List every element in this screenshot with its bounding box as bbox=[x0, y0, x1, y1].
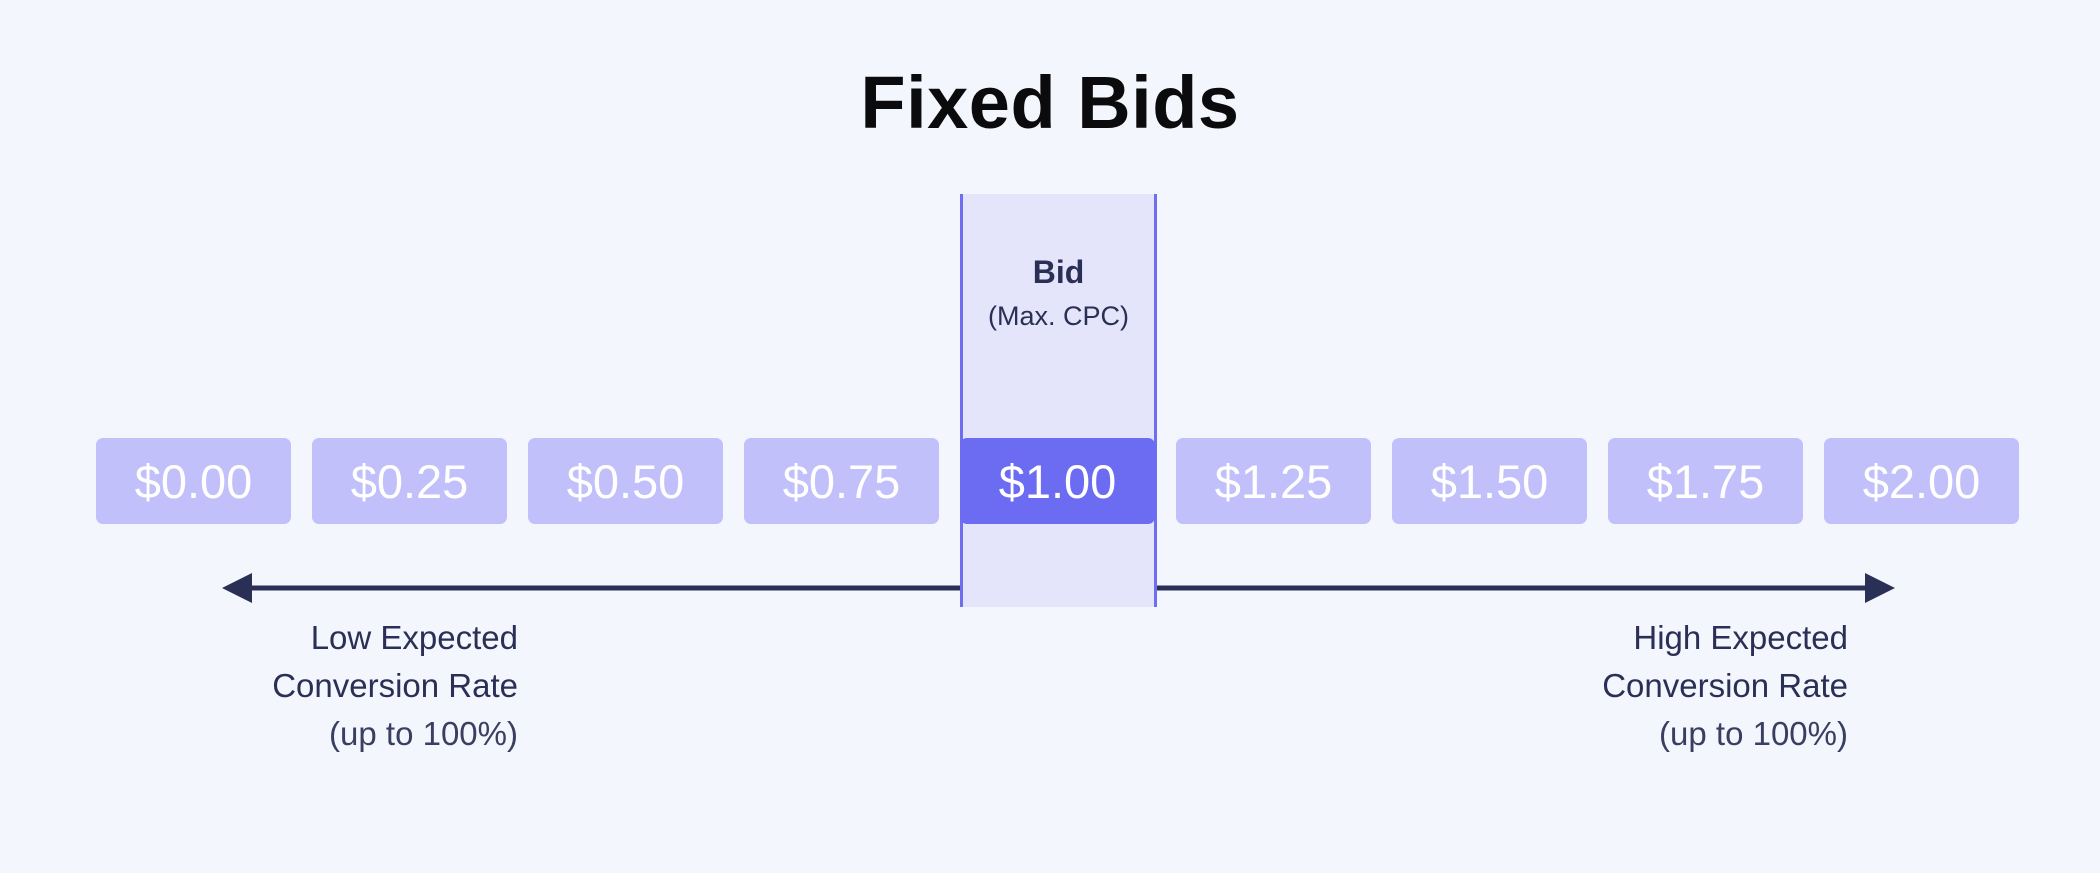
bid-option[interactable]: $2.00 bbox=[1824, 438, 2019, 524]
bid-option-selected[interactable]: $1.00 bbox=[960, 438, 1155, 524]
bid-option[interactable]: $1.50 bbox=[1392, 438, 1587, 524]
bid-heading: Bid bbox=[1032, 254, 1085, 290]
bid-option[interactable]: $1.25 bbox=[1176, 438, 1371, 524]
high-label-line2: Conversion Rate bbox=[1602, 667, 1848, 704]
bid-option[interactable]: $0.25 bbox=[312, 438, 507, 524]
low-label-line2: Conversion Rate bbox=[272, 667, 518, 704]
bid-option[interactable]: $1.75 bbox=[1608, 438, 1803, 524]
selected-bid-highlight: Bid (Max. CPC) bbox=[960, 194, 1157, 607]
low-conversion-label: Low Expected Conversion Rate (up to 100%… bbox=[118, 614, 518, 758]
bid-option[interactable]: $0.50 bbox=[528, 438, 723, 524]
arrow-left-icon bbox=[222, 573, 252, 603]
low-label-line1: Low Expected bbox=[310, 619, 518, 656]
bid-subheading: (Max. CPC) bbox=[988, 301, 1129, 331]
high-label-line3: (up to 100%) bbox=[1659, 715, 1848, 752]
high-label-line1: High Expected bbox=[1633, 619, 1848, 656]
bid-option[interactable]: $0.75 bbox=[744, 438, 939, 524]
arrow-right-icon bbox=[1865, 573, 1895, 603]
high-conversion-label: High Expected Conversion Rate (up to 100… bbox=[1448, 614, 1848, 758]
page-title: Fixed Bids bbox=[860, 61, 1240, 144]
bid-option[interactable]: $0.00 bbox=[96, 438, 291, 524]
low-label-line3: (up to 100%) bbox=[329, 715, 518, 752]
